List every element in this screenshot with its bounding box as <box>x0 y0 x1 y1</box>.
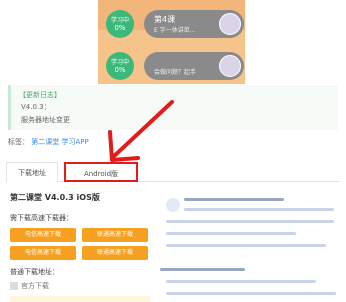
download-button-row: 电信高速下载 联通高速下载 <box>10 246 150 260</box>
lesson-pill: 会做问题？起手 <box>144 52 244 80</box>
update-log-version: V4.0.3： <box>21 103 51 111</box>
tab-android[interactable]: Android版 <box>64 162 138 182</box>
learning-badge: 学习中 0% <box>106 10 134 38</box>
lesson-item: 学习中 0% 第4课 E 字一休讲单... <box>106 10 244 38</box>
lesson-thumbnail <box>219 13 241 35</box>
unicom-download-button[interactable]: 联通高速下载 <box>82 228 148 242</box>
telecom-download-button[interactable]: 电信高速下载 <box>10 228 76 242</box>
badge-percent: 0% <box>114 66 126 74</box>
badge-label: 学习中 <box>110 59 129 66</box>
tag-link[interactable]: 学习APP <box>61 138 88 146</box>
update-log-heading: 【更新日志】 <box>19 91 61 99</box>
telecom-download-button[interactable]: 电信高速下载 <box>10 246 76 260</box>
blurred-text <box>166 232 296 235</box>
badge-percent: 0% <box>114 24 126 32</box>
update-log-detail: 服务器地址变更 <box>21 116 70 124</box>
blurred-text <box>160 268 245 271</box>
lesson-pill: 第4课 E 字一休讲单... <box>144 10 244 38</box>
lesson-title: 第4课 <box>154 15 176 24</box>
blurred-text <box>184 208 334 211</box>
red-arrow-annotation <box>108 100 174 162</box>
blurred-icon <box>166 198 180 212</box>
download-icon <box>10 282 18 290</box>
tag-link[interactable]: 第二课堂 <box>31 138 59 146</box>
lesson-thumbnail <box>219 55 241 77</box>
tag-row: 标签： 第二课堂 学习APP <box>8 137 89 147</box>
lesson-subtitle: E 字一休讲单... <box>154 27 196 34</box>
blurred-text <box>166 280 316 283</box>
version-title: 第二课堂 V4.0.3 iOS版 <box>10 193 100 202</box>
blurred-text <box>166 244 326 247</box>
download-tabs: 下载地址 Android版 <box>6 160 340 182</box>
badge-label: 学习中 <box>110 17 129 24</box>
tag-label: 标签： <box>8 138 29 146</box>
notice-box <box>10 296 150 302</box>
lesson-item: 学习中 0% 会做问题？起手 <box>106 52 244 80</box>
blurred-text <box>166 292 336 295</box>
app-screenshot: 学习中 0% 第4课 E 字一休讲单... 学习中 0% 会做问题？起手 <box>98 0 245 84</box>
blurred-text <box>184 198 284 201</box>
official-download[interactable]: 官方下载 <box>10 281 49 291</box>
unicom-download-button[interactable]: 联通高速下载 <box>82 246 148 260</box>
download-button-row: 电信高速下载 联通高速下载 <box>10 228 150 242</box>
official-download-label: 官方下载 <box>21 282 49 290</box>
blurred-text <box>166 220 334 223</box>
learning-badge: 学习中 0% <box>106 52 134 80</box>
normal-download-heading: 普通下载地址： <box>10 268 59 276</box>
lesson-subtitle: 会做问题？起手 <box>154 69 197 76</box>
tab-download-address[interactable]: 下载地址 <box>6 162 58 182</box>
fast-download-heading: 需下载高速下载器： <box>10 214 73 222</box>
